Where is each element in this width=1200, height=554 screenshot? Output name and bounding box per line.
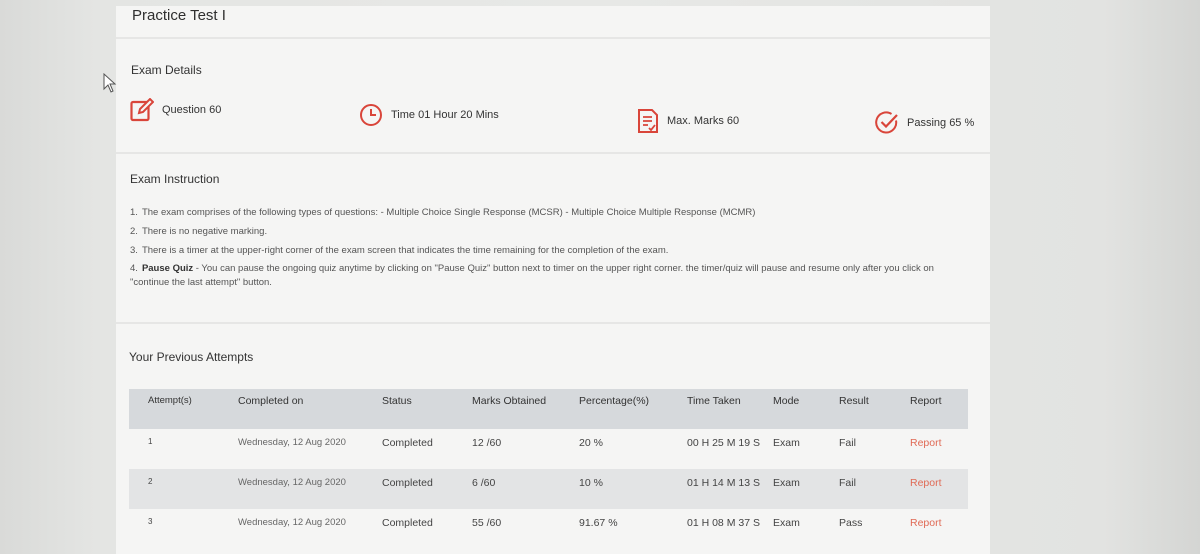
instruction-text: There is no negative marking. <box>141 225 268 237</box>
col-mode: Mode <box>773 395 800 407</box>
instruction-number: 2. <box>130 225 138 237</box>
cell-percentage: 10 % <box>579 477 603 489</box>
attempts-table: Attempt(s) Completed on Status Marks Obt… <box>129 389 968 549</box>
detail-passing: Passing 65 % <box>875 111 974 135</box>
cell-mode: Exam <box>773 437 800 449</box>
table-row: 1 Wednesday, 12 Aug 2020 Completed 12 /6… <box>129 429 968 469</box>
cell-mode: Exam <box>773 477 800 489</box>
cell-marks: 6 /60 <box>472 477 496 489</box>
table-row: 2 Wednesday, 12 Aug 2020 Completed 6 /60… <box>129 469 968 509</box>
col-status: Status <box>382 395 412 407</box>
exam-instruction-heading: Exam Instruction <box>130 172 220 186</box>
instruction-number: 3. <box>130 244 138 256</box>
table-row: 3 Wednesday, 12 Aug 2020 Completed 55 /6… <box>129 509 968 549</box>
col-result: Result <box>839 395 869 407</box>
check-circle-icon <box>875 111 898 134</box>
col-attempt: Attempt(s) <box>148 395 192 406</box>
col-report: Report <box>910 395 942 407</box>
col-marks: Marks Obtained <box>472 395 547 407</box>
cell-time-taken: 01 H 08 M 37 S <box>687 517 760 529</box>
cell-mode: Exam <box>773 517 800 529</box>
cell-completed-on: Wednesday, 12 Aug 2020 <box>238 477 346 488</box>
detail-questions: Question 60 <box>130 98 221 122</box>
instruction-text: There is a timer at the upper-right corn… <box>141 244 669 256</box>
cell-result: Fail <box>839 437 856 449</box>
col-completed-on: Completed on <box>238 395 304 407</box>
instruction-list: 1. The exam comprises of the following ty… <box>130 206 960 295</box>
cell-marks: 55 /60 <box>472 517 502 529</box>
detail-time: Time 01 Hour 20 Mins <box>359 103 499 127</box>
cell-attempt: 1 <box>148 437 153 446</box>
detail-passing-label: Passing 65 % <box>907 117 975 129</box>
col-time-taken: Time Taken <box>687 395 741 407</box>
cell-attempt: 3 <box>148 517 153 526</box>
instruction-item: 3. There is a timer at the upper-right co… <box>130 244 960 258</box>
page-title: Practice Test I <box>132 7 226 24</box>
detail-questions-label: Question 60 <box>162 104 222 116</box>
cell-completed-on: Wednesday, 12 Aug 2020 <box>238 517 346 528</box>
cell-result: Fail <box>839 477 856 489</box>
table-header: Attempt(s) Completed on Status Marks Obt… <box>129 389 968 429</box>
report-link[interactable]: Report <box>897 437 968 449</box>
exam-details-heading: Exam Details <box>131 63 202 77</box>
clock-icon <box>360 104 382 126</box>
cell-percentage: 20 % <box>579 437 603 449</box>
instruction-item: 4. Pause Quiz - You can pause the ongoing… <box>130 262 960 290</box>
instruction-bold: Pause Quiz <box>141 263 194 275</box>
report-link[interactable]: Report <box>897 477 968 489</box>
document-icon <box>638 109 658 133</box>
instruction-text: - You can pause the ongoing quiz anytime… <box>130 263 934 289</box>
instruction-number: 4. <box>130 263 138 275</box>
cell-time-taken: 01 H 14 M 13 S <box>687 477 760 489</box>
cell-status: Completed <box>382 477 433 489</box>
instruction-item: 2. There is no negative marking. <box>130 225 960 239</box>
divider <box>116 152 990 154</box>
cell-time-taken: 00 H 25 M 19 S <box>687 437 760 449</box>
cell-marks: 12 /60 <box>472 437 502 449</box>
detail-max-marks-label: Max. Marks 60 <box>667 115 740 127</box>
detail-time-label: Time 01 Hour 20 Mins <box>391 109 499 121</box>
cell-status: Completed <box>382 517 433 529</box>
report-link[interactable]: Report <box>897 517 968 529</box>
detail-max-marks: Max. Marks 60 <box>637 108 739 134</box>
col-percentage: Percentage(%) <box>579 395 650 407</box>
instruction-text: The exam comprises of the following type… <box>141 207 756 218</box>
cell-completed-on: Wednesday, 12 Aug 2020 <box>238 437 346 448</box>
instruction-item: 1. The exam comprises of the following ty… <box>130 206 960 220</box>
previous-attempts-heading: Your Previous Attempts <box>129 350 254 364</box>
cell-percentage: 91.67 % <box>579 517 618 529</box>
cell-attempt: 2 <box>148 477 153 486</box>
cell-result: Pass <box>839 517 863 529</box>
instruction-number: 1. <box>130 207 138 218</box>
divider <box>116 37 990 39</box>
divider <box>116 322 990 324</box>
cell-status: Completed <box>382 437 433 449</box>
edit-icon <box>130 98 154 122</box>
mouse-cursor-icon <box>103 73 117 93</box>
